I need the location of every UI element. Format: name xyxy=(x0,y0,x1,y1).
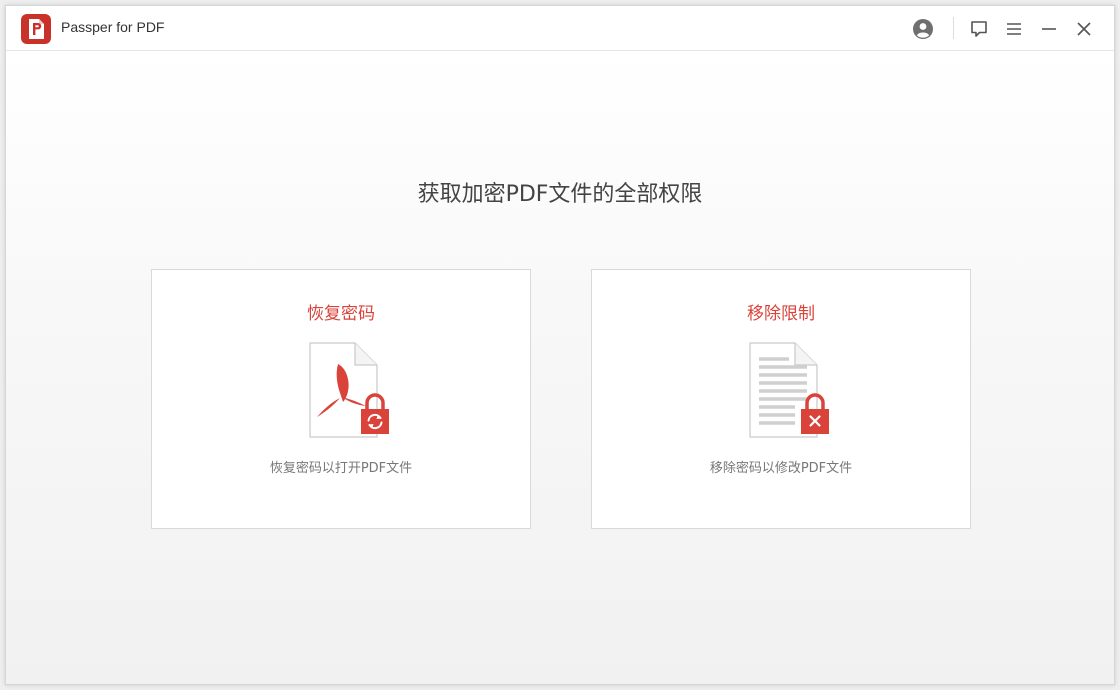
menu-icon xyxy=(1007,23,1021,35)
pdf-lock-refresh-icon xyxy=(309,342,389,438)
minimize-icon xyxy=(1042,28,1056,30)
remove-restrictions-card[interactable]: 移除限制 移除密码以修改PDF文件 xyxy=(591,269,971,529)
document-lock-remove-icon xyxy=(749,342,829,438)
card-title: 恢复密码 xyxy=(307,304,375,324)
card-description: 恢复密码以打开PDF文件 xyxy=(269,461,413,476)
main-content: 获取加密PDF文件的全部权限 恢复密码 恢复密码以打开PDF文件 移除限制 移除… xyxy=(6,51,1114,684)
card-description: 移除密码以修改PDF文件 xyxy=(709,461,853,476)
close-button[interactable] xyxy=(1069,14,1099,44)
app-title: Passper for PDF xyxy=(61,19,165,35)
menu-button[interactable] xyxy=(999,14,1029,44)
title-bar: Passper for PDF xyxy=(6,6,1114,51)
close-icon xyxy=(1077,22,1091,36)
app-window: Passper for PDF 获取加密PDF文件的全部权限 恢复密码 恢复密码… xyxy=(5,5,1115,685)
app-logo-icon xyxy=(21,14,51,44)
minimize-button[interactable] xyxy=(1034,14,1064,44)
feedback-button[interactable] xyxy=(964,14,994,44)
page-headline: 获取加密PDF文件的全部权限 xyxy=(417,182,703,207)
feedback-icon xyxy=(971,21,987,37)
card-title: 移除限制 xyxy=(747,304,815,324)
account-icon xyxy=(913,19,933,39)
titlebar-divider xyxy=(953,17,954,39)
recover-password-card[interactable]: 恢复密码 恢复密码以打开PDF文件 xyxy=(151,269,531,529)
account-button[interactable] xyxy=(908,14,938,44)
